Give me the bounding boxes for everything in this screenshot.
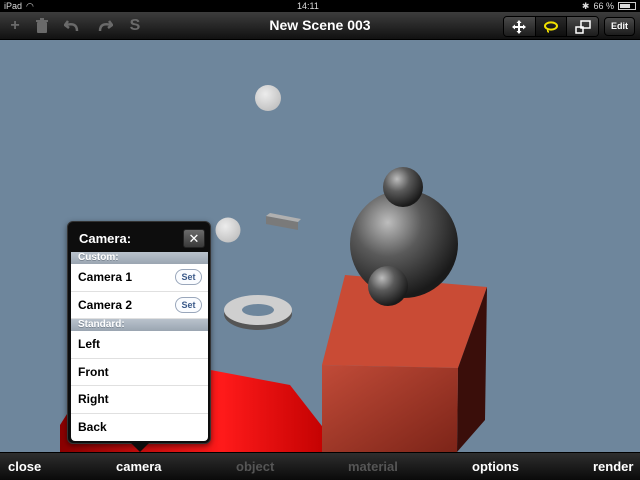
transform-mode-control (503, 16, 599, 37)
status-bar: iPad ◠ 14:11 ✱ 66 % (0, 0, 640, 12)
trash-icon (36, 18, 48, 33)
tab-camera[interactable]: camera (116, 459, 162, 474)
undo-icon (63, 20, 79, 32)
lasso-mode-button[interactable] (535, 17, 568, 36)
small-sphere-1[interactable] (255, 85, 281, 111)
popover-arrow (131, 443, 149, 452)
small-bar-object[interactable] (266, 213, 301, 230)
small-sphere-2[interactable] (215, 217, 241, 243)
undo-button[interactable] (62, 16, 82, 36)
toolbar: + S New Scene 003 Edit (0, 12, 640, 40)
set-camera-1-button[interactable]: Set (175, 269, 202, 286)
battery-percent: 66 % (593, 1, 614, 11)
popover-title: Camera: (79, 231, 132, 246)
close-icon: ✕ (188, 231, 200, 246)
redo-button[interactable] (95, 16, 115, 36)
plus-icon: + (10, 17, 20, 34)
front-sphere[interactable] (368, 266, 408, 306)
bluetooth-icon: ✱ (581, 0, 590, 11)
camera-list: Custom: Camera 1 Set Camera 2 Set Standa… (71, 252, 208, 441)
view-row-right[interactable]: Right (71, 386, 208, 414)
row-label: Camera 2 (78, 297, 133, 312)
s-button[interactable]: S (125, 16, 145, 36)
camera-row-1[interactable]: Camera 1 Set (71, 264, 208, 292)
popover-close-button[interactable]: ✕ (183, 229, 205, 248)
lasso-icon (544, 20, 558, 33)
camera-row-2[interactable]: Camera 2 Set (71, 292, 208, 319)
tab-close[interactable]: close (8, 459, 41, 474)
redo-icon (98, 20, 114, 32)
view-row-back[interactable]: Back (71, 414, 208, 442)
row-label: Front (78, 364, 109, 379)
section-header-standard: Standard: (71, 319, 208, 331)
tab-options[interactable]: options (472, 459, 519, 474)
move-mode-button[interactable] (504, 17, 536, 36)
battery-icon (617, 2, 636, 10)
edit-button[interactable]: Edit (604, 17, 635, 36)
view-row-left[interactable]: Left (71, 331, 208, 359)
scale-mode-button[interactable] (567, 17, 598, 36)
clock: 14:11 (296, 1, 319, 11)
move-icon (512, 19, 527, 34)
bottom-bar: close camera object material options ren… (0, 452, 640, 480)
view-row-front[interactable]: Front (71, 359, 208, 386)
row-label: Left (78, 337, 100, 352)
torus-object[interactable] (224, 295, 292, 330)
row-label: Camera 1 (78, 270, 133, 285)
row-label: Right (78, 392, 109, 407)
box-object[interactable] (322, 275, 487, 452)
set-camera-2-button[interactable]: Set (175, 296, 202, 313)
trash-button[interactable] (32, 16, 52, 36)
scale-icon (574, 19, 591, 34)
tab-material: material (348, 459, 398, 474)
tab-object: object (236, 459, 275, 474)
add-button[interactable]: + (5, 16, 25, 36)
device-label: iPad (4, 1, 23, 11)
s-label: S (129, 17, 141, 34)
row-label: Back (78, 420, 107, 435)
wifi-icon: ◠ (26, 0, 34, 11)
camera-popover: Camera: ✕ Custom: Camera 1 Set Camera 2 … (67, 221, 211, 444)
tab-render[interactable]: render (593, 459, 633, 474)
top-sphere[interactable] (383, 167, 423, 207)
section-header-custom: Custom: (71, 252, 208, 264)
